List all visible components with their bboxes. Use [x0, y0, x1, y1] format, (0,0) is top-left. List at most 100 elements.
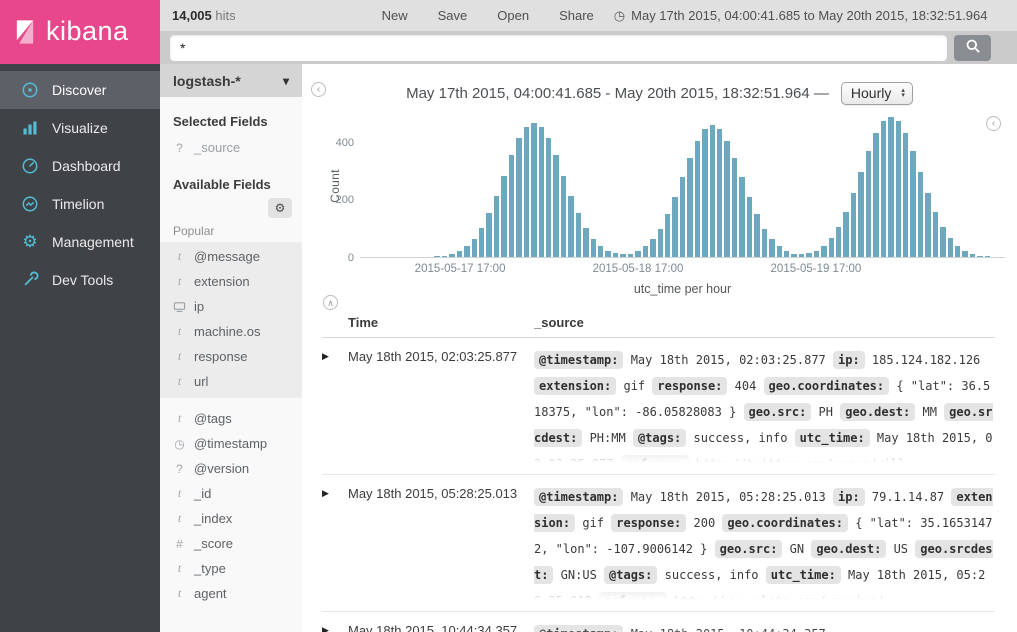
histogram-bar[interactable] [925, 193, 930, 257]
histogram-bar[interactable] [479, 228, 484, 257]
histogram-bar[interactable] [754, 214, 759, 257]
histogram-bar[interactable] [553, 155, 558, 257]
field-settings-button[interactable]: ⚙ [268, 198, 292, 218]
histogram-bar[interactable] [680, 177, 685, 257]
field-badge[interactable]: response: [611, 514, 686, 532]
field-agent[interactable]: tagent [160, 581, 302, 606]
collapse-up-chevron-icon[interactable]: ∧ [323, 295, 338, 310]
histogram-bar[interactable] [702, 129, 707, 257]
sidebar-item-dashboard[interactable]: Dashboard [0, 147, 160, 185]
histogram-bar[interactable] [434, 256, 439, 257]
field-_type[interactable]: t_type [160, 556, 302, 581]
histogram-bar[interactable] [769, 239, 774, 257]
field-extension[interactable]: textension [160, 269, 302, 294]
histogram-bar[interactable] [843, 212, 848, 257]
sidebar-item-timelion[interactable]: Timelion [0, 185, 160, 223]
field-badge[interactable]: geo.src: [715, 540, 783, 558]
expand-row-icon[interactable]: ▶ [322, 347, 348, 465]
histogram-bar[interactable] [628, 254, 633, 257]
histogram-bar[interactable] [486, 213, 491, 257]
histogram-bar[interactable] [948, 238, 953, 257]
histogram-bar[interactable] [821, 246, 826, 257]
histogram-bar[interactable] [799, 254, 804, 257]
histogram-bar[interactable] [687, 158, 692, 257]
field-url[interactable]: turl [160, 369, 302, 394]
histogram-bar[interactable] [605, 251, 610, 257]
field-badge[interactable]: ip: [833, 488, 865, 506]
field-badge[interactable]: geo.src: [744, 403, 812, 421]
search-input[interactable] [170, 35, 947, 61]
histogram-bar[interactable] [962, 251, 967, 257]
search-button[interactable] [954, 35, 991, 61]
histogram-bar[interactable] [896, 121, 901, 257]
field-badge[interactable]: referer: [599, 592, 667, 602]
histogram-bar[interactable] [866, 151, 871, 257]
histogram-bar[interactable] [977, 256, 982, 257]
field-badge[interactable]: @tags: [604, 566, 657, 584]
field-badge[interactable]: utc_time: [795, 429, 870, 447]
nav-share[interactable]: Share [559, 8, 594, 23]
histogram-bar[interactable] [583, 228, 588, 257]
interval-select[interactable]: Hourly ▴ ▾ [841, 82, 913, 105]
histogram-bar[interactable] [710, 125, 715, 257]
histogram-bar[interactable] [888, 117, 893, 257]
histogram-bar[interactable] [806, 253, 811, 257]
field-ip[interactable]: ip [160, 294, 302, 319]
histogram-bar[interactable] [516, 138, 521, 257]
histogram-bar[interactable] [576, 213, 581, 257]
histogram-bar[interactable] [873, 133, 878, 257]
histogram-bar[interactable] [524, 127, 529, 257]
field-@timestamp[interactable]: ◷@timestamp [160, 431, 302, 456]
histogram-bar[interactable] [970, 254, 975, 257]
histogram-bar[interactable] [665, 214, 670, 257]
histogram-bar[interactable] [539, 127, 544, 257]
field-badge[interactable]: @timestamp: [534, 351, 623, 369]
nav-save[interactable]: Save [438, 8, 468, 23]
histogram-bar[interactable] [464, 246, 469, 257]
histogram-bar[interactable] [546, 138, 551, 257]
sidebar-item-visualize[interactable]: Visualize [0, 109, 160, 147]
field-badge[interactable]: geo.coordinates: [764, 377, 890, 395]
field-machine.os[interactable]: tmachine.os [160, 319, 302, 344]
histogram-bar[interactable] [910, 151, 915, 257]
field-badge[interactable]: @timestamp: [534, 625, 623, 632]
sidebar-item-dev-tools[interactable]: Dev Tools [0, 261, 160, 299]
histogram-bar[interactable] [762, 229, 767, 257]
field-_index[interactable]: t_index [160, 506, 302, 531]
histogram-bar[interactable] [643, 246, 648, 257]
histogram-bar[interactable] [791, 254, 796, 257]
histogram-bar[interactable] [814, 251, 819, 257]
sidebar-item-discover[interactable]: Discover [0, 71, 160, 109]
field-badge[interactable]: geo.coordinates: [722, 514, 848, 532]
histogram-bar[interactable] [955, 246, 960, 257]
histogram-bar[interactable] [724, 141, 729, 257]
histogram-bar[interactable] [918, 172, 923, 257]
histogram-bar[interactable] [940, 227, 945, 257]
field-response[interactable]: tresponse [160, 344, 302, 369]
histogram-bar[interactable] [717, 129, 722, 257]
field-badge[interactable]: geo.dest: [811, 540, 886, 558]
field-@tags[interactable]: t@tags [160, 406, 302, 431]
field-@version[interactable]: ?@version [160, 456, 302, 481]
collapse-left-chevron-icon[interactable]: ‹ [311, 82, 326, 97]
histogram-bar[interactable] [568, 196, 573, 257]
histogram-bar[interactable] [658, 229, 663, 257]
histogram-bar[interactable] [501, 176, 506, 258]
expand-row-icon[interactable]: ▶ [322, 621, 348, 632]
histogram-bar[interactable] [784, 251, 789, 257]
field-badge[interactable]: response: [652, 377, 727, 395]
histogram-bar[interactable] [598, 246, 603, 257]
field-badge[interactable]: extension: [534, 377, 616, 395]
index-pattern-selector[interactable]: logstash-* ▾ [160, 64, 302, 97]
histogram-bar[interactable] [732, 158, 737, 257]
histogram-bar[interactable] [672, 197, 677, 257]
histogram-bar[interactable] [449, 254, 454, 257]
field-badge[interactable]: referer: [621, 455, 689, 465]
histogram-bar[interactable] [442, 256, 447, 257]
histogram-bar[interactable] [836, 227, 841, 257]
histogram-bar[interactable] [650, 239, 655, 257]
nav-open[interactable]: Open [497, 8, 529, 23]
histogram-bar[interactable] [472, 239, 477, 257]
histogram-bar[interactable] [620, 254, 625, 257]
histogram-bar[interactable] [903, 133, 908, 257]
